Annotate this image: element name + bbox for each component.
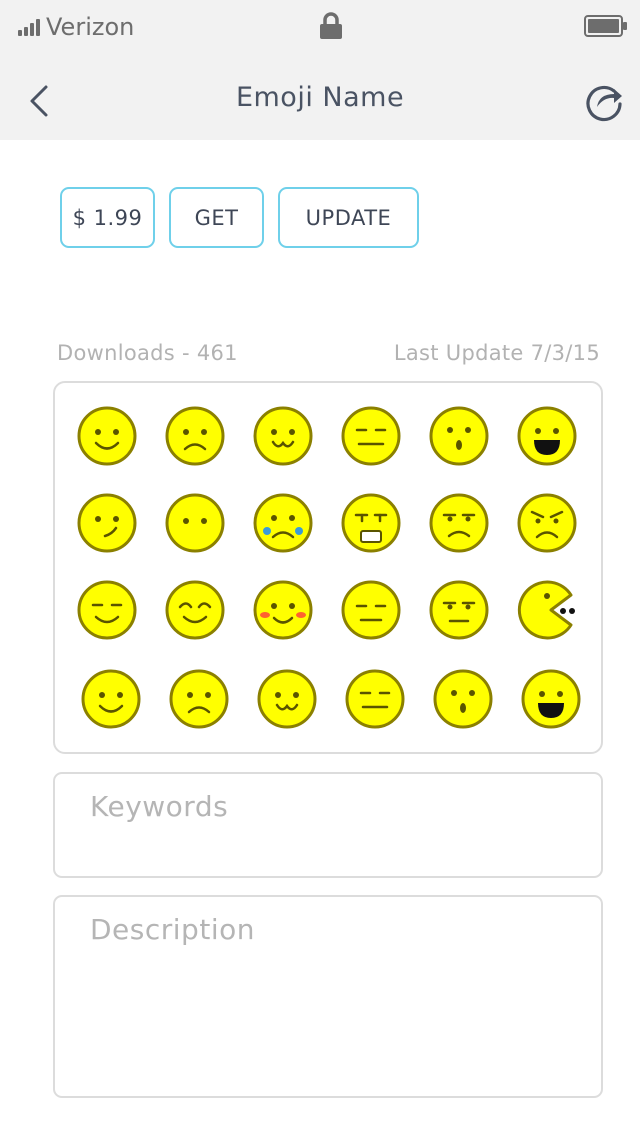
keywords-placeholder: Keywords <box>90 790 229 823</box>
smirk-emoji[interactable] <box>77 493 137 553</box>
emoji-grid <box>53 381 603 754</box>
expressionless-emoji[interactable] <box>341 580 401 640</box>
share-icon[interactable] <box>584 82 624 122</box>
battery-icon <box>584 15 627 37</box>
grin-emoji[interactable] <box>517 406 577 466</box>
description-placeholder: Description <box>90 913 255 946</box>
keywords-field[interactable]: Keywords <box>53 772 603 878</box>
price-button[interactable]: $ 1.99 <box>60 187 155 248</box>
update-button[interactable]: UPDATE <box>278 187 419 248</box>
nav-bar: Emoji Name <box>0 54 640 140</box>
annoyed-emoji[interactable] <box>429 493 489 553</box>
cat-smile-emoji[interactable] <box>253 406 313 466</box>
happy-closed-eyes-emoji[interactable] <box>165 580 225 640</box>
surprised-emoji[interactable] <box>429 406 489 466</box>
signal-icon <box>18 18 40 36</box>
pacman-emoji[interactable] <box>517 580 575 640</box>
description-field[interactable]: Description <box>53 895 603 1098</box>
surprised-emoji[interactable] <box>433 669 493 729</box>
frown-emoji[interactable] <box>165 406 225 466</box>
smile-emoji[interactable] <box>81 669 141 729</box>
frown-emoji[interactable] <box>169 669 229 729</box>
blush-emoji[interactable] <box>253 580 313 640</box>
emoji-grid-canvas <box>77 406 581 729</box>
crying-emoji[interactable] <box>253 493 313 553</box>
blank-emoji[interactable] <box>165 493 225 553</box>
cat-smile-emoji[interactable] <box>257 669 317 729</box>
unamused-emoji[interactable] <box>429 580 489 640</box>
get-button[interactable]: GET <box>169 187 264 248</box>
neutral-emoji[interactable] <box>345 669 405 729</box>
grin-emoji[interactable] <box>521 669 581 729</box>
last-update: Last Update 7/3/15 <box>393 341 600 365</box>
tearful-emoji[interactable] <box>341 493 401 553</box>
smile-emoji[interactable] <box>77 406 137 466</box>
lock-icon <box>320 12 342 39</box>
status-bar: Verizon <box>0 0 640 54</box>
carrier-name: Verizon <box>46 13 135 41</box>
page-title: Emoji Name <box>235 82 405 113</box>
neutral-emoji[interactable] <box>341 406 401 466</box>
carrier: Verizon <box>18 10 134 44</box>
squint-smile-emoji[interactable] <box>77 580 137 640</box>
downloads-count: Downloads - 461 <box>57 341 238 365</box>
angry-emoji[interactable] <box>517 493 577 553</box>
